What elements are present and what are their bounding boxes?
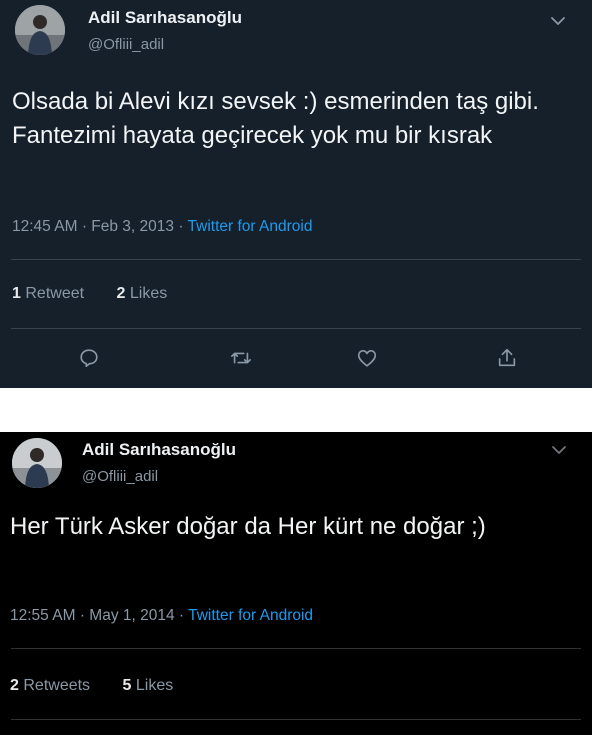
tweet-meta: 12:45 AM · Feb 3, 2013 · Twitter for And…: [12, 218, 312, 236]
tweet-card: Adil Sarıhasanoğlu @Ofliii_adil Olsada b…: [0, 0, 592, 388]
reply-icon[interactable]: [78, 347, 100, 369]
tweet-stats: 1 Retweet 2 Likes: [12, 285, 195, 303]
author-name[interactable]: Adil Sarıhasanoğlu: [88, 8, 242, 28]
likes-stat[interactable]: 2 Likes: [117, 285, 168, 302]
tweet-meta: 12:55 AM · May 1, 2014 · Twitter for And…: [10, 607, 313, 625]
avatar[interactable]: [15, 5, 65, 55]
divider: [11, 259, 581, 260]
tweet-date[interactable]: Feb 3, 2013: [91, 218, 174, 235]
avatar[interactable]: [12, 438, 62, 488]
share-icon[interactable]: [496, 347, 518, 369]
tweet-stats: 2 Retweets 5 Likes: [10, 677, 201, 695]
divider: [11, 648, 581, 649]
like-count: 2: [116, 285, 126, 302]
tweet-source[interactable]: Twitter for Android: [188, 607, 313, 624]
divider: [11, 719, 581, 720]
meta-separator: ·: [79, 607, 85, 624]
retweet-label: Retweets: [23, 677, 91, 694]
retweets-stat[interactable]: 1 Retweet: [12, 285, 84, 302]
tweet-time[interactable]: 12:45 AM: [12, 218, 78, 235]
divider: [11, 328, 581, 329]
tweet-source[interactable]: Twitter for Android: [188, 218, 313, 235]
meta-separator: ·: [178, 218, 184, 235]
meta-separator: ·: [81, 218, 87, 235]
tweet-time[interactable]: 12:55 AM: [10, 607, 76, 624]
like-label: Likes: [129, 285, 168, 302]
retweet-count: 1: [12, 285, 21, 302]
author-handle[interactable]: @Ofliii_adil: [82, 468, 158, 485]
like-icon[interactable]: [356, 347, 378, 369]
retweet-count: 2: [10, 677, 19, 694]
tweet-text: Her Türk Asker doğar da Her kürt ne doğa…: [10, 513, 486, 540]
retweet-label: Retweet: [25, 285, 85, 302]
retweet-icon[interactable]: [230, 347, 252, 369]
author-handle[interactable]: @Ofliii_adil: [88, 36, 164, 53]
tweet-text: Olsada bi Alevi kızı sevsek :) esmerinde…: [12, 88, 539, 149]
tweet-date[interactable]: May 1, 2014: [89, 607, 174, 624]
author-name[interactable]: Adil Sarıhasanoğlu: [82, 440, 236, 460]
chevron-down-icon[interactable]: [551, 442, 567, 458]
like-count: 5: [122, 677, 132, 694]
retweets-stat[interactable]: 2 Retweets: [10, 677, 90, 694]
tweet-card: Adil Sarıhasanoğlu @Ofliii_adil Her Türk…: [0, 432, 592, 735]
chevron-down-icon[interactable]: [550, 13, 566, 29]
like-label: Likes: [135, 677, 174, 694]
likes-stat[interactable]: 5 Likes: [123, 677, 174, 694]
meta-separator: ·: [178, 607, 185, 624]
